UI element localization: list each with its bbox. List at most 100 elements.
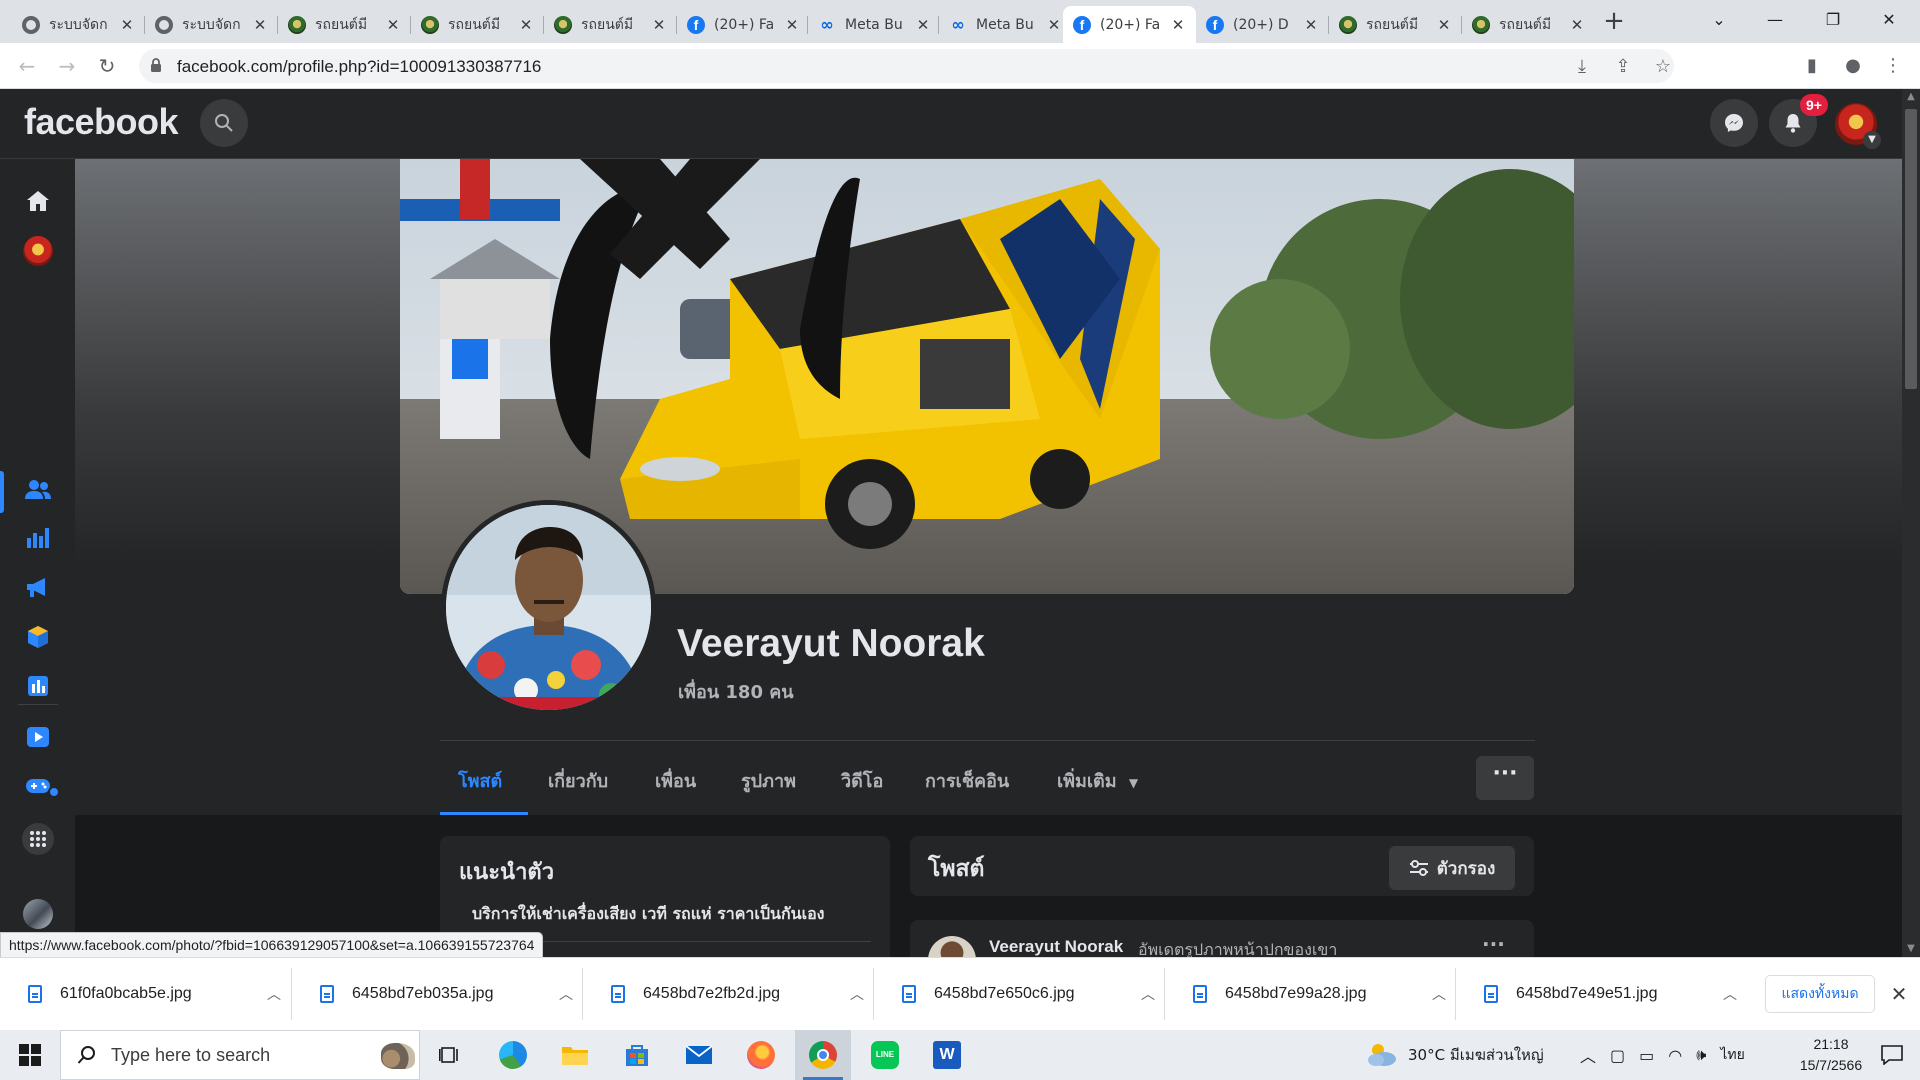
post-author-name[interactable]: Veerayut Noorak (989, 937, 1123, 957)
browser-tab[interactable]: ระบบจัดก ✕ (12, 6, 145, 43)
scroll-down-icon[interactable]: ▼ (1902, 941, 1920, 957)
chevron-up-icon[interactable]: ︿ (1132, 984, 1164, 1004)
notification-center-icon[interactable] (1864, 1030, 1920, 1080)
chevron-up-icon[interactable]: ︿ (841, 984, 873, 1004)
shortcut-vehicle-page[interactable] (18, 894, 58, 934)
home-icon[interactable] (18, 181, 58, 221)
browser-tab[interactable]: ระบบจัดก ✕ (144, 6, 278, 43)
bookmark-star-icon[interactable]: ☆ (1654, 58, 1672, 76)
input-language[interactable]: ไทย (1720, 1044, 1744, 1066)
page-avatar[interactable] (18, 231, 58, 271)
download-item[interactable]: 6458bd7e650c6.jpg ︿ (873, 968, 1164, 1020)
browser-tab[interactable]: f (20+) Fa ✕ (676, 6, 810, 43)
browser-tab[interactable]: รถยนต์มี ✕ (1328, 6, 1462, 43)
word-icon[interactable]: W (919, 1030, 975, 1080)
close-tab-icon[interactable]: ✕ (516, 16, 536, 34)
side-panel-icon[interactable]: ▮ (1799, 53, 1825, 79)
share-icon[interactable]: ⇪ (1614, 58, 1632, 76)
tab-search-icon[interactable]: ⌄ (1696, 0, 1742, 40)
chrome-menu-icon[interactable]: ⋮ (1880, 53, 1906, 79)
windows-start-icon[interactable] (0, 1030, 60, 1080)
scroll-thumb[interactable] (1905, 109, 1917, 389)
browser-tab[interactable]: f (20+) D ✕ (1196, 6, 1329, 43)
filter-button[interactable]: ตัวกรอง (1389, 846, 1515, 890)
chevron-up-icon[interactable]: ︿ (1423, 984, 1455, 1004)
volume-icon[interactable]: 🕪 (1696, 1045, 1706, 1065)
download-item[interactable]: 6458bd7e2fb2d.jpg ︿ (582, 968, 873, 1020)
browser-tab[interactable]: ∞ Meta Bu ✕ (807, 6, 941, 43)
scroll-up-icon[interactable]: ▲ (1902, 89, 1920, 105)
account-avatar[interactable]: ▼ (1833, 101, 1881, 149)
chevron-down-icon[interactable]: ▼ (1863, 131, 1881, 149)
wifi-icon[interactable]: ◠ (1668, 1046, 1682, 1065)
firefox-icon[interactable] (733, 1030, 789, 1080)
show-hidden-icons-chevron-icon[interactable]: ︿ (1580, 1043, 1596, 1067)
messenger-icon[interactable] (1710, 99, 1758, 147)
chevron-up-icon[interactable]: ︿ (258, 984, 290, 1004)
close-window-icon[interactable]: ✕ (1866, 0, 1912, 40)
close-tab-icon[interactable]: ✕ (1434, 16, 1454, 34)
battery-icon[interactable]: ▭ (1639, 1046, 1654, 1065)
ads-chart-icon[interactable] (18, 666, 58, 706)
show-all-downloads-button[interactable]: แสดงทั้งหมด (1765, 975, 1875, 1013)
browser-tab[interactable]: รถยนต์มี ✕ (277, 6, 411, 43)
tab-checkins[interactable]: การเช็คอิน (925, 766, 1009, 795)
task-view-icon[interactable] (422, 1030, 478, 1080)
microsoft-store-icon[interactable] (609, 1030, 665, 1080)
tab-friends[interactable]: เพื่อน (655, 766, 696, 795)
url-text[interactable]: facebook.com/profile.php?id=100091330387… (177, 57, 541, 77)
close-tab-icon[interactable]: ✕ (1301, 16, 1321, 34)
edge-browser-icon[interactable] (485, 1030, 541, 1080)
chevron-up-icon[interactable]: ︿ (550, 984, 582, 1004)
chevron-up-icon[interactable]: ︿ (1714, 984, 1746, 1004)
browser-tab[interactable]: รถยนต์มี ✕ (543, 6, 677, 43)
close-tab-icon[interactable]: ✕ (1168, 16, 1188, 34)
close-tab-icon[interactable]: ✕ (250, 16, 270, 34)
close-tab-icon[interactable]: ✕ (782, 16, 802, 34)
tab-posts[interactable]: โพสต์ (458, 766, 502, 795)
chrome-icon[interactable] (795, 1030, 851, 1080)
tab-photos[interactable]: รูปภาพ (741, 766, 796, 795)
mail-icon[interactable] (671, 1030, 727, 1080)
forward-icon[interactable]: → (52, 51, 82, 81)
friends-count[interactable]: เพื่อน 180 คน (678, 677, 794, 706)
close-tab-icon[interactable]: ✕ (649, 16, 669, 34)
close-tab-icon[interactable]: ✕ (1567, 16, 1587, 34)
meet-now-icon[interactable]: ▢ (1610, 1046, 1625, 1065)
download-item[interactable]: 6458bd7eb035a.jpg ︿ (291, 968, 582, 1020)
video-play-icon[interactable] (18, 717, 58, 757)
profile-picture[interactable] (441, 500, 656, 715)
facebook-logo[interactable]: facebook (24, 101, 179, 143)
tab-videos[interactable]: วิดีโอ (841, 766, 883, 795)
browser-tab[interactable]: รถยนต์มี ✕ (1461, 6, 1595, 43)
new-tab-button[interactable]: + (1596, 6, 1632, 36)
line-app-icon[interactable]: LINE (857, 1030, 913, 1080)
file-explorer-icon[interactable] (547, 1030, 603, 1080)
lock-icon[interactable] (150, 58, 162, 72)
close-tab-icon[interactable]: ✕ (1044, 16, 1064, 34)
close-tab-icon[interactable]: ✕ (383, 16, 403, 34)
cube-icon[interactable] (18, 617, 58, 657)
insights-chart-icon[interactable] (18, 517, 58, 557)
download-item[interactable]: 6458bd7e99a28.jpg ︿ (1164, 968, 1455, 1020)
tab-more[interactable]: เพิ่มเติม ▼ (1057, 766, 1138, 795)
weather-widget[interactable]: 30°C มีเมฆส่วนใหญ่ (1366, 1030, 1544, 1080)
download-item[interactable]: 61f0fa0bcab5e.jpg ︿ (0, 968, 290, 1020)
close-downloads-icon[interactable]: ✕ (1884, 975, 1914, 1013)
address-bar[interactable]: facebook.com/profile.php?id=100091330387… (139, 49, 1674, 83)
browser-tab[interactable]: ∞ Meta Bu ✕ (938, 6, 1072, 43)
page-scrollbar[interactable]: ▲ ▼ (1902, 89, 1920, 957)
taskbar-search-box[interactable]: Type here to search (60, 1030, 420, 1080)
back-icon[interactable]: ← (12, 51, 42, 81)
search-icon[interactable] (200, 99, 248, 147)
tab-about[interactable]: เกี่ยวกับ (548, 766, 608, 795)
minimize-icon[interactable]: — (1752, 0, 1798, 40)
browser-tab[interactable]: รถยนต์มี ✕ (410, 6, 544, 43)
browser-tab-active[interactable]: f (20+) Fa ✕ (1063, 6, 1196, 43)
profile-more-options-button[interactable]: ··· (1476, 756, 1534, 800)
download-item[interactable]: 6458bd7e49e51.jpg ︿ (1455, 968, 1746, 1020)
people-icon[interactable] (18, 470, 58, 510)
install-app-icon[interactable]: ⤓ (1573, 58, 1591, 76)
reload-icon[interactable]: ↻ (92, 51, 122, 81)
profile-icon[interactable]: ● (1840, 53, 1866, 79)
